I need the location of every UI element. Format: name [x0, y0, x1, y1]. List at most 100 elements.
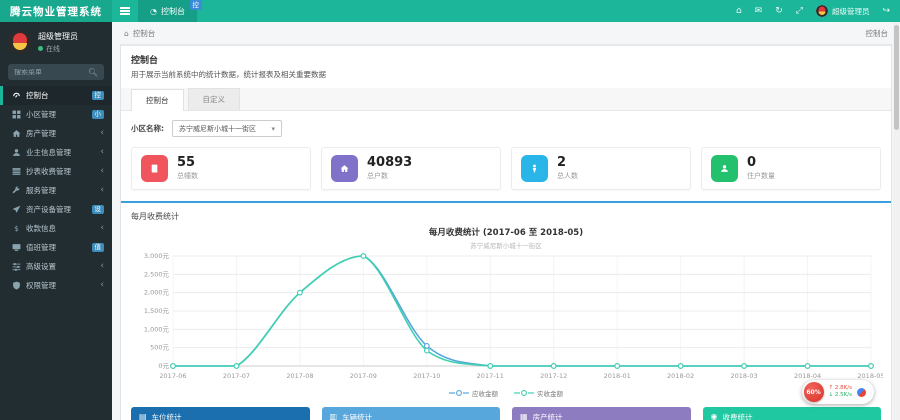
stat-value: 0: [747, 155, 757, 171]
menu-badge: 设: [91, 204, 104, 215]
tab-0[interactable]: 控制台: [131, 89, 184, 111]
network-monitor-widget[interactable]: 60% ↑ 2.8K/s ↓ 2.5K/s: [801, 380, 874, 404]
legend-item-1[interactable]: 实收金额: [514, 388, 563, 398]
sidebar-item-0[interactable]: 控制台 控: [0, 86, 112, 105]
svg-text:2017-09: 2017-09: [350, 372, 377, 380]
sidebar-item-label: 权限管理: [26, 281, 56, 290]
svg-text:2017-08: 2017-08: [286, 372, 313, 380]
sidebar-toggle-button[interactable]: [112, 0, 138, 22]
sidebar-item-9[interactable]: 高级设置 ‹: [0, 257, 112, 276]
svg-text:3,000元: 3,000元: [144, 252, 170, 260]
sidebar-item-label: 控制台: [26, 91, 49, 100]
bottom-panel-2[interactable]: ▦ 房产统计: [512, 407, 691, 420]
monitor-icon: [11, 243, 21, 252]
svg-text:2017-11: 2017-11: [477, 372, 504, 380]
bottom-panel-3[interactable]: ◉ 收费统计: [702, 407, 881, 420]
member-icon: [711, 155, 738, 182]
breadcrumb[interactable]: ⌂ 控制台: [124, 28, 155, 39]
bottom-panels: ▤ 车位统计 ▥ 车辆统计 ▦ 房产统计 ◉ 收费统计: [131, 407, 881, 420]
scrollbar-thumb[interactable]: [894, 25, 899, 130]
stat-card-3: 0 住户数量: [701, 147, 881, 190]
main-content: ⌂ 控制台 控制台 控制台 用于展示当前系统中的统计数据，统计报表及相关重要数据…: [112, 22, 900, 420]
svg-text:2018-01: 2018-01: [604, 372, 631, 380]
legend-item-0[interactable]: 应收金额: [449, 388, 498, 398]
sidebar-item-4[interactable]: 抄表收费管理 ‹: [0, 162, 112, 181]
sidebar-item-8[interactable]: 值班管理 值: [0, 238, 112, 257]
chevron-left-icon: ‹: [100, 280, 104, 290]
sidebar-item-label: 资产设备管理: [26, 205, 71, 214]
console-card: 控制台 用于展示当前系统中的统计数据，统计报表及相关重要数据 控制台 自定义 小区…: [120, 44, 892, 420]
home-icon: [331, 155, 358, 182]
sidebar-item-5[interactable]: 服务管理 ‹: [0, 181, 112, 200]
header-tab-console[interactable]: ◔ 控制台 控: [138, 0, 202, 22]
sidebar-item-1[interactable]: 小区管理 小: [0, 105, 112, 124]
person-icon: [521, 155, 548, 182]
home-icon[interactable]: ⌂: [736, 6, 742, 16]
tab-badge: 控: [190, 0, 202, 10]
sidebar-item-7[interactable]: $ 收款信息 ‹: [0, 219, 112, 238]
bottom-panel-label: 收费统计: [722, 413, 753, 420]
panel-icon: ▤: [139, 412, 147, 420]
bottom-panel-1[interactable]: ▥ 车辆统计: [321, 407, 500, 420]
legend-marker-icon: [514, 390, 534, 396]
panel-icon: ▥: [329, 412, 338, 420]
top-header: 腾云物业管理系统 ◔ 控制台 控 ⌂ ✉ ↻ ⤢ 超级管理员 ↪: [0, 0, 900, 22]
user-menu[interactable]: 超级管理员: [815, 5, 869, 17]
search-input[interactable]: [14, 68, 88, 76]
sidebar-user-panel: 超级管理员 在线: [0, 22, 112, 60]
menu-badge: 小: [91, 109, 104, 120]
search-icon[interactable]: 🔍︎: [88, 68, 98, 77]
sidebar-item-label: 收款信息: [26, 224, 56, 233]
hamburger-icon: [120, 6, 130, 17]
tab-1[interactable]: 自定义: [187, 88, 240, 110]
history-icon[interactable]: ↻: [775, 6, 783, 16]
svg-text:2018-02: 2018-02: [667, 372, 694, 380]
download-speed: ↓ 2.5K/s: [828, 392, 852, 398]
vertical-scrollbar[interactable]: [893, 22, 900, 420]
chart-legend: 应收金额 实收金额: [131, 388, 881, 398]
home-icon: [11, 129, 21, 138]
community-filter: 小区名称: 苏宁威尼斯小城十一街区 ▾: [131, 120, 881, 137]
page-description: 用于展示当前系统中的统计数据，统计报表及相关重要数据: [131, 70, 326, 79]
cpu-percent-badge: 60%: [803, 382, 824, 402]
upload-speed: ↑ 2.8K/s: [828, 385, 852, 392]
shield-icon: [11, 281, 21, 290]
stat-value: 2: [557, 155, 567, 171]
menu-badge: 控: [91, 90, 104, 101]
logout-icon[interactable]: ↪: [882, 6, 890, 16]
community-select-value: 苏宁威尼斯小城十一街区: [179, 124, 256, 133]
card-tabbar: 控制台 自定义: [121, 88, 891, 111]
sidebar: 超级管理员 在线 🔍︎ 控制台 控小区管理 小房产管理 ‹ 业主信息管理 ‹ 抄表收费管理 ‹…: [0, 22, 112, 420]
sidebar-item-label: 高级设置: [26, 262, 56, 271]
breadcrumb-row: ⌂ 控制台 控制台: [112, 22, 900, 44]
sidebar-item-10[interactable]: 权限管理 ‹: [0, 276, 112, 295]
grid-icon: [11, 110, 21, 119]
home-icon: ⌂: [124, 29, 129, 38]
stat-label: 总户数: [367, 171, 388, 180]
line-chart-svg: 0元 500元 1,000元 1,500元 2,000元 2,500元 3,000元 2017…: [144, 252, 885, 380]
svg-text:1,000元: 1,000元: [144, 325, 170, 333]
table-icon: [11, 167, 21, 176]
avatar: [815, 5, 828, 17]
stat-label: 住户数量: [747, 171, 775, 180]
card-header: 控制台 用于展示当前系统中的统计数据，统计报表及相关重要数据: [121, 46, 891, 80]
svg-text:2018-05: 2018-05: [857, 372, 883, 380]
community-select[interactable]: 苏宁威尼斯小城十一街区 ▾: [172, 120, 282, 137]
svg-text:2018-04: 2018-04: [794, 372, 821, 380]
fullscreen-icon[interactable]: ⤢: [796, 6, 803, 16]
sidebar-item-label: 小区管理: [26, 110, 56, 119]
monthly-fee-chart: 每月收费统计 (2017-06 至 2018-05) 苏宁威尼斯小城十一街区 0…: [131, 226, 885, 398]
sidebar-item-6[interactable]: 资产设备管理 设: [0, 200, 112, 219]
chart-plot: 0元 500元 1,000元 1,500元 2,000元 2,500元 3,000元 2017…: [131, 250, 885, 386]
user-status: 在线: [38, 44, 78, 54]
chevron-down-icon: ▾: [271, 124, 275, 133]
sidebar-item-3[interactable]: 业主信息管理 ‹: [0, 143, 112, 162]
chevron-left-icon: ‹: [100, 166, 104, 176]
svg-text:500元: 500元: [150, 344, 169, 352]
stat-value: 40893: [367, 155, 413, 171]
bottom-panel-0[interactable]: ▤ 车位统计: [131, 407, 310, 420]
sidebar-item-2[interactable]: 房产管理 ‹: [0, 124, 112, 143]
user-icon: [11, 148, 21, 157]
mail-icon[interactable]: ✉: [755, 6, 763, 16]
svg-text:1,500元: 1,500元: [144, 307, 170, 315]
